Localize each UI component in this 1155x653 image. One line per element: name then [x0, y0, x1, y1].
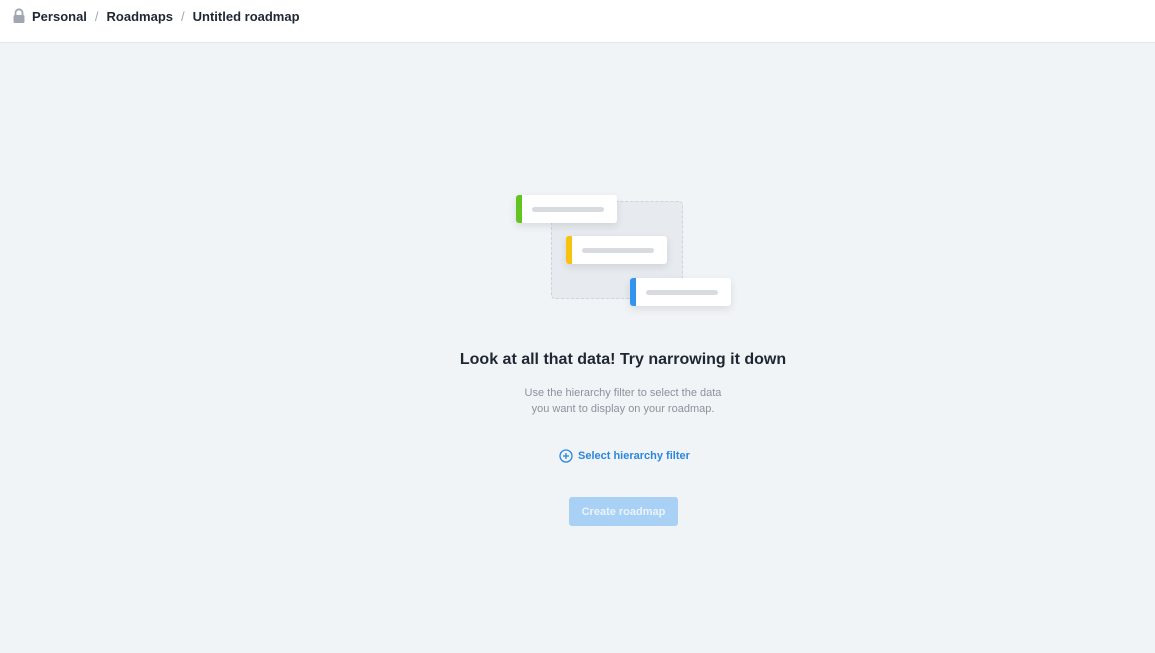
lock-icon — [12, 8, 26, 24]
breadcrumb-separator: / — [181, 8, 185, 24]
plus-circle-icon — [559, 449, 573, 463]
breadcrumb-personal[interactable]: Personal — [32, 9, 87, 24]
breadcrumb-current-roadmap: Untitled roadmap — [192, 8, 300, 24]
select-hierarchy-filter-label: Select hierarchy filter — [578, 450, 690, 462]
top-bar: Personal / Roadmaps / Untitled roadmap — [0, 0, 1155, 43]
breadcrumb: Personal / Roadmaps / Untitled roadmap — [12, 8, 300, 24]
illustration-card-yellow — [566, 236, 667, 264]
main-content: Look at all that data! Try narrowing it … — [0, 43, 1155, 653]
empty-state-title: Look at all that data! Try narrowing it … — [459, 351, 787, 368]
illustration-card-green — [516, 195, 617, 223]
select-hierarchy-filter-link[interactable]: Select hierarchy filter — [559, 449, 690, 463]
empty-state-illustration — [511, 191, 741, 311]
subtitle-line-2: you want to display on your roadmap. — [531, 403, 715, 415]
illustration-card-blue — [630, 278, 731, 306]
create-roadmap-button[interactable]: Create roadmap — [569, 497, 678, 526]
empty-state-subtitle: Use the hierarchy filter to select the d… — [470, 385, 776, 417]
subtitle-line-1: Use the hierarchy filter to select the d… — [524, 387, 722, 399]
breadcrumb-separator: / — [94, 8, 99, 24]
breadcrumb-roadmaps[interactable]: Roadmaps — [107, 9, 173, 24]
